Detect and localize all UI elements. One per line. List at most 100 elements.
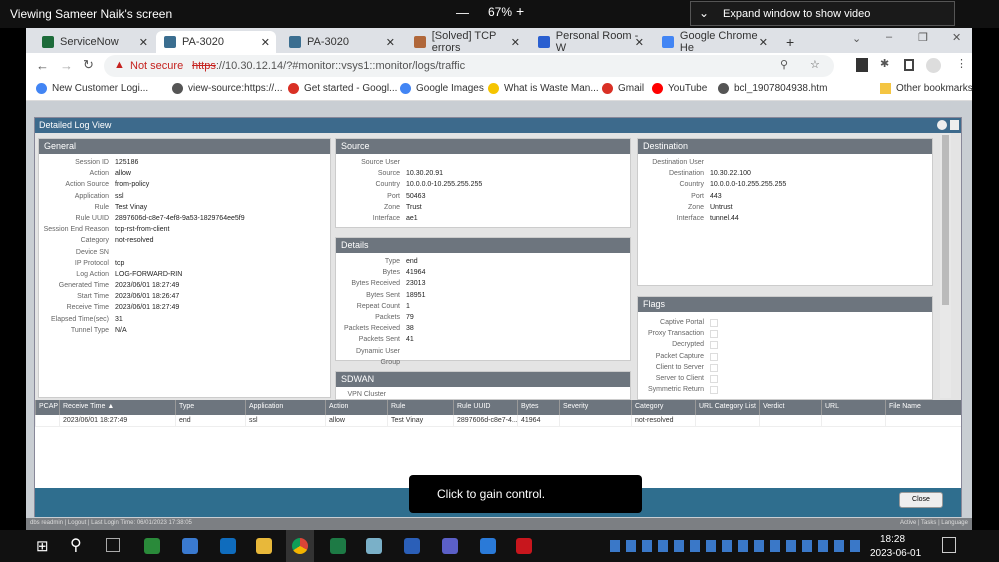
column-header[interactable]: Verdict bbox=[759, 400, 821, 415]
tab-search-icon[interactable]: ⌄ bbox=[852, 32, 861, 45]
zoom-out-button[interactable]: — bbox=[456, 5, 469, 20]
system-tray-icons[interactable] bbox=[610, 540, 860, 552]
close-tab-icon[interactable]: ✕ bbox=[386, 36, 395, 49]
network-app-icon[interactable] bbox=[182, 538, 198, 554]
column-header[interactable]: Application bbox=[245, 400, 325, 415]
zoom-in-button[interactable]: + bbox=[516, 3, 524, 19]
bookmark-item[interactable]: What is Waste Man... bbox=[488, 83, 599, 94]
bookmark-item[interactable]: Google Images bbox=[400, 83, 484, 94]
other-bookmarks[interactable]: Other bookmarks bbox=[880, 83, 973, 94]
extension-icon[interactable] bbox=[856, 58, 868, 72]
browser-tab[interactable]: PA-3020 ✕ bbox=[281, 31, 401, 53]
flag-checkbox[interactable] bbox=[710, 319, 718, 327]
flag-checkbox[interactable] bbox=[710, 330, 718, 339]
field-row: Country 10.0.0.0-10.255.255.255 bbox=[336, 179, 630, 190]
browser-tab[interactable]: Personal Room - W ✕ bbox=[530, 30, 650, 54]
bookmarks-bar: New Customer Logi... view-source:https://… bbox=[26, 79, 973, 101]
close-tab-icon[interactable]: ✕ bbox=[759, 36, 768, 49]
profile-avatar[interactable] bbox=[926, 58, 941, 73]
task-view-icon[interactable] bbox=[106, 538, 120, 552]
close-window-button[interactable]: ✕ bbox=[952, 31, 961, 44]
close-button[interactable]: Close bbox=[899, 492, 943, 508]
close-tab-icon[interactable]: ✕ bbox=[511, 36, 520, 49]
search-icon[interactable]: ⚲ bbox=[70, 535, 82, 555]
field-row: Start Time 2023/06/01 18:26:47 bbox=[39, 291, 330, 302]
new-tab-button[interactable]: + bbox=[786, 34, 794, 50]
minimize-button[interactable]: – bbox=[886, 31, 892, 43]
acrobat-icon[interactable] bbox=[516, 538, 532, 554]
column-header[interactable]: PCAP bbox=[35, 400, 59, 415]
flag-checkbox[interactable] bbox=[710, 352, 718, 361]
close-tab-icon[interactable]: ✕ bbox=[635, 36, 644, 49]
flag-checkbox[interactable] bbox=[710, 341, 718, 350]
column-header[interactable]: URL bbox=[821, 400, 885, 415]
app-icon[interactable] bbox=[480, 538, 496, 554]
field-label: VPN Cluster Name bbox=[347, 391, 386, 398]
app-icon[interactable] bbox=[144, 538, 160, 554]
forward-button[interactable]: → bbox=[60, 58, 73, 73]
outlook-icon[interactable] bbox=[220, 538, 236, 554]
field-row: IP Protocol tcp bbox=[39, 258, 330, 269]
column-header[interactable]: Type bbox=[175, 400, 245, 415]
notifications-icon[interactable] bbox=[942, 537, 956, 553]
scrollbar[interactable] bbox=[940, 133, 951, 398]
menu-icon[interactable]: ⋮ bbox=[956, 57, 967, 70]
bookmark-item[interactable]: Get started - Googl... bbox=[288, 83, 397, 94]
column-header[interactable]: File Name bbox=[885, 400, 961, 415]
browser-tab[interactable]: Google Chrome He ✕ bbox=[654, 30, 774, 54]
browser-tab[interactable]: ServiceNow ✕ bbox=[34, 31, 154, 53]
excel-icon[interactable] bbox=[330, 538, 346, 554]
app-icon[interactable] bbox=[366, 538, 382, 554]
maximize-dialog-icon[interactable] bbox=[950, 120, 959, 130]
bookmark-item[interactable]: bcl_1907804938.htm bbox=[718, 83, 827, 94]
reload-button[interactable]: ↻ bbox=[83, 57, 94, 73]
viewing-title: Viewing Sameer Naik's screen bbox=[10, 7, 173, 21]
address-bar[interactable]: ▲ Not secure https://10.30.12.14/?#monit… bbox=[104, 55, 834, 77]
field-label: Action Source bbox=[65, 181, 109, 189]
flag-checkbox[interactable] bbox=[710, 386, 718, 395]
file-explorer-icon[interactable] bbox=[256, 538, 272, 554]
gain-control-tooltip[interactable]: Click to gain control. bbox=[409, 475, 642, 513]
field-row: Port 50463 bbox=[336, 191, 630, 202]
field-row: Zone Trust bbox=[336, 202, 630, 213]
browser-tab[interactable]: [Solved] TCP errors ✕ bbox=[406, 30, 526, 54]
bookmark-item[interactable]: view-source:https://... bbox=[172, 83, 282, 94]
teams-icon[interactable] bbox=[442, 538, 458, 554]
field-label: Receive Time bbox=[66, 304, 109, 312]
table-row[interactable]: 2023/06/01 18:27:49 end ssl allow Test Vinay… bbox=[35, 415, 961, 427]
expand-video-button[interactable]: ⌄ Expand window to show video bbox=[690, 1, 955, 26]
bookmark-label: Google Images bbox=[416, 83, 484, 94]
word-icon[interactable] bbox=[404, 538, 420, 554]
column-header[interactable]: Bytes bbox=[517, 400, 559, 415]
bookmark-item[interactable]: New Customer Logi... bbox=[36, 83, 148, 94]
chrome-taskbar-item[interactable] bbox=[286, 530, 314, 562]
panel-title: Details bbox=[336, 238, 630, 253]
back-button[interactable]: ← bbox=[36, 58, 49, 73]
column-header[interactable]: Category bbox=[631, 400, 695, 415]
column-header[interactable]: Severity bbox=[559, 400, 631, 415]
flag-row: Decrypted bbox=[638, 339, 932, 350]
column-header[interactable]: Action bbox=[325, 400, 387, 415]
close-tab-icon[interactable]: ✕ bbox=[139, 36, 148, 49]
column-header[interactable]: Rule UUID bbox=[453, 400, 517, 415]
flag-label: Decrypted bbox=[672, 341, 704, 349]
bookmark-item[interactable]: YouTube bbox=[652, 83, 707, 94]
maximize-button[interactable]: ❐ bbox=[918, 31, 928, 44]
field-label: Rule UUID bbox=[75, 214, 109, 222]
status-right-links[interactable]: Active | Tasks | Language bbox=[900, 520, 968, 526]
windows-start-icon[interactable]: ⊞ bbox=[36, 537, 49, 555]
extensions-puzzle-icon[interactable]: ✱ bbox=[880, 57, 889, 70]
table-cell: 2897606d-c8e7-4... bbox=[453, 415, 517, 426]
help-icon[interactable] bbox=[937, 120, 947, 130]
flag-checkbox[interactable] bbox=[710, 363, 718, 372]
bookmark-star-icon[interactable]: ☆ bbox=[810, 58, 820, 71]
sidebar-icon[interactable] bbox=[904, 59, 914, 71]
bookmark-item[interactable]: Gmail bbox=[602, 83, 644, 94]
browser-tab[interactable]: PA-3020 ✕ bbox=[156, 31, 276, 53]
column-header[interactable]: URL Category List bbox=[695, 400, 759, 415]
column-header[interactable]: Rule bbox=[387, 400, 453, 415]
close-tab-icon[interactable]: ✕ bbox=[261, 36, 270, 49]
flag-checkbox[interactable] bbox=[710, 374, 718, 383]
zoom-icon[interactable]: ⚲ bbox=[780, 58, 788, 71]
column-header[interactable]: Receive Time ▲ bbox=[59, 400, 175, 415]
